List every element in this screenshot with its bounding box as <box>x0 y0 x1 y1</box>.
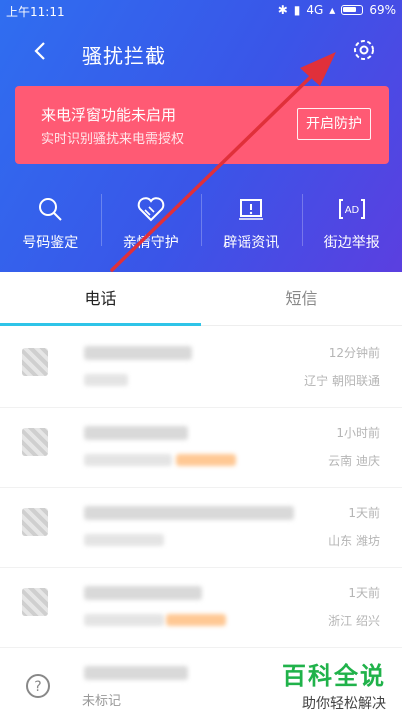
redacted-number <box>84 586 202 600</box>
call-location: 云南 迪庆 <box>328 454 380 468</box>
redacted-number <box>84 666 188 680</box>
redacted-tag <box>84 534 164 546</box>
watermark-subtitle: 助你轻松解决 <box>302 696 386 712</box>
ad-icon: AD <box>338 199 365 219</box>
watermark: 百科全说 助你轻松解决 <box>282 656 386 713</box>
redacted-tag <box>84 454 172 466</box>
wifi-icon: ▴ <box>329 3 336 17</box>
feature-rumor-news[interactable]: 辟谣资讯 <box>201 188 302 260</box>
call-row[interactable]: 1天前 浙江 绍兴 <box>0 568 402 648</box>
tab-label: 短信 <box>285 289 318 308</box>
page-title: 骚扰拦截 <box>82 44 166 68</box>
feature-label: 辟谣资讯 <box>223 235 280 251</box>
feature-family-guard[interactable]: 亲情守护 <box>100 188 202 260</box>
call-time: 1小时前 <box>336 426 380 440</box>
banner-subtitle: 实时识别骚扰来电需授权 <box>41 132 185 147</box>
call-location: 浙江 绍兴 <box>328 614 380 628</box>
app-bar: 骚扰拦截 <box>0 30 402 74</box>
redacted-number <box>84 426 188 440</box>
search-icon <box>39 198 62 221</box>
network-type: 4G <box>306 3 324 17</box>
signal-icon: ▮ <box>293 3 301 17</box>
svg-text:AD: AD <box>344 205 359 216</box>
watermark-title: 百科全说 <box>282 662 386 690</box>
battery-percent: 69% <box>369 3 396 17</box>
battery-icon <box>341 5 364 15</box>
tab-bar: 电话 短信 <box>0 272 402 326</box>
redacted-mark <box>176 454 236 466</box>
gear-icon[interactable] <box>350 36 378 64</box>
status-bar: 上午11:11 ✱ ▮ 4G ▴ 69% <box>0 0 402 22</box>
redacted-tag <box>84 374 128 386</box>
status-time: 上午11:11 <box>6 5 65 19</box>
redacted-number <box>84 346 192 360</box>
untagged-label: 未标记 <box>82 694 122 709</box>
svg-text:?: ? <box>34 679 41 695</box>
redacted-number <box>84 506 294 520</box>
tab-indicator <box>0 323 201 326</box>
enable-protection-button[interactable]: 开启防护 <box>297 108 371 140</box>
call-location: 辽宁 朝阳联通 <box>304 374 380 388</box>
feature-street-report[interactable]: AD 街边举报 <box>301 188 402 260</box>
feature-label: 亲情守护 <box>122 235 179 251</box>
feature-label: 街边举报 <box>323 235 380 251</box>
feature-bar: 号码鉴定 亲情守护 辟谣资讯 AD 街边举报 <box>0 188 402 260</box>
caller-avatar <box>22 508 48 536</box>
bluetooth-icon: ✱ <box>277 3 288 17</box>
back-arrow-icon[interactable] <box>28 38 54 64</box>
call-row[interactable]: 1天前 山东 潍坊 <box>0 488 402 568</box>
feature-number-check[interactable]: 号码鉴定 <box>0 188 101 260</box>
status-icons: ✱ ▮ 4G ▴ 69% <box>278 3 396 17</box>
tab-phone[interactable]: 电话 <box>0 272 201 326</box>
exclamation-card-icon <box>239 199 264 220</box>
call-row[interactable]: 12分钟前 辽宁 朝阳联通 <box>0 328 402 408</box>
call-location: 山东 潍坊 <box>328 534 380 548</box>
heart-icon <box>137 197 165 222</box>
call-time: 1天前 <box>348 586 380 600</box>
tab-label: 电话 <box>84 289 117 308</box>
question-icon: ? <box>26 674 50 698</box>
redacted-tag <box>84 614 164 626</box>
call-time: 1天前 <box>348 506 380 520</box>
tab-sms[interactable]: 短信 <box>201 272 402 326</box>
redacted-mark <box>166 614 226 626</box>
call-row[interactable]: 1小时前 云南 迪庆 <box>0 408 402 488</box>
caller-avatar <box>22 428 48 456</box>
call-time: 12分钟前 <box>328 346 380 360</box>
feature-label: 号码鉴定 <box>22 235 79 251</box>
permission-banner: 来电浮窗功能未启用 实时识别骚扰来电需授权 开启防护 <box>15 86 389 164</box>
banner-title: 来电浮窗功能未启用 <box>41 106 177 124</box>
caller-avatar <box>22 588 48 616</box>
caller-avatar <box>22 348 48 376</box>
